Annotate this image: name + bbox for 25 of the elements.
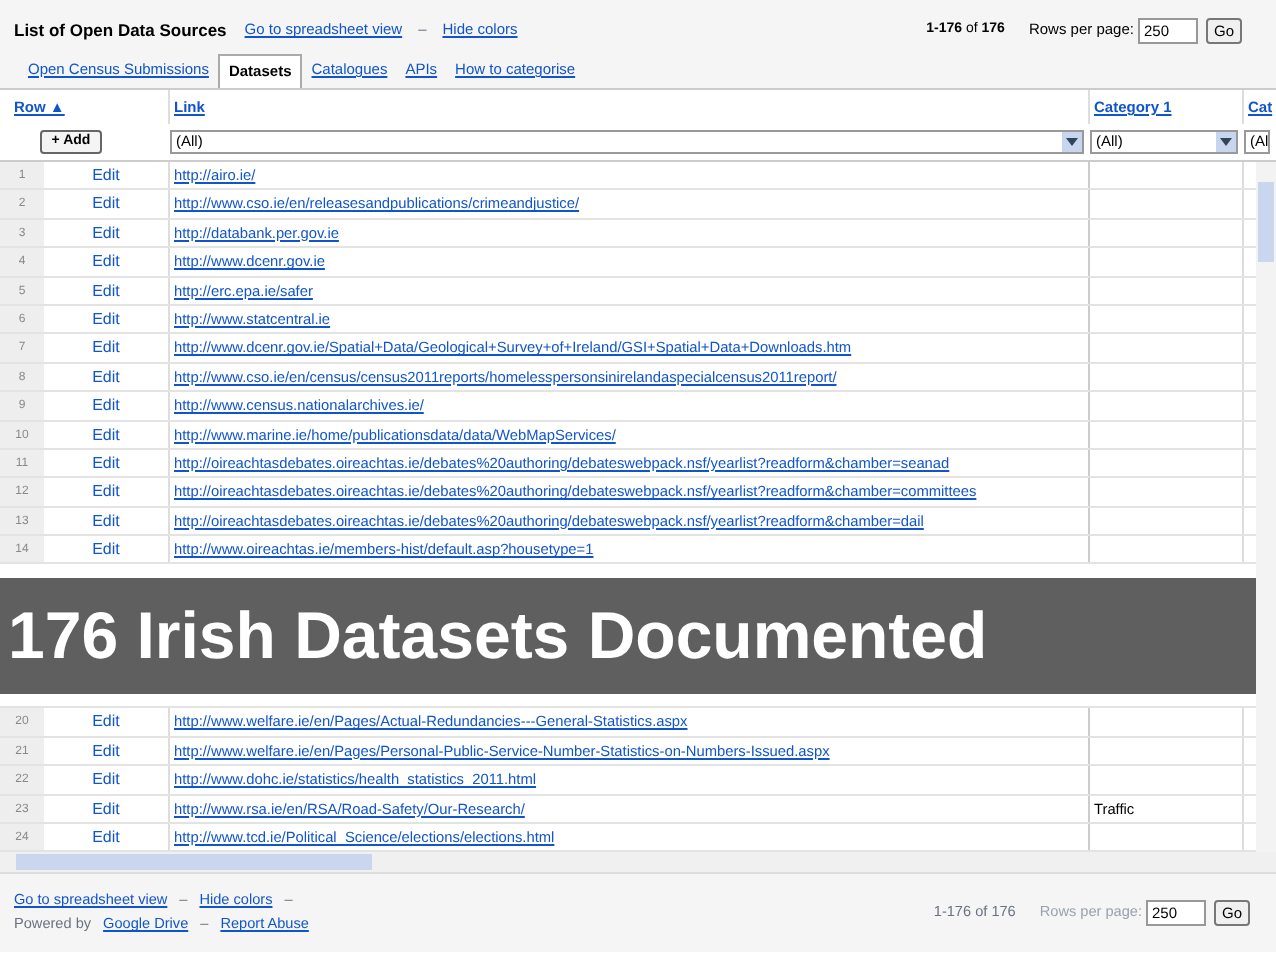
edit-link[interactable]: Edit: [44, 708, 170, 736]
edit-link[interactable]: Edit: [44, 277, 170, 304]
horizontal-scrollbar[interactable]: [0, 852, 1276, 873]
edit-link[interactable]: Edit: [44, 737, 170, 765]
edit-link[interactable]: Edit: [44, 334, 170, 362]
dropdown-caret-icon: [1062, 132, 1082, 152]
page-title: List of Open Data Sources: [14, 17, 227, 43]
dropdown-caret-icon: [1216, 132, 1236, 152]
title-banner: 176 Irish Datasets Documented: [0, 577, 1256, 694]
edit-link[interactable]: Edit: [44, 392, 170, 420]
edit-link[interactable]: Edit: [44, 219, 170, 247]
vertical-scrollbar[interactable]: [1256, 162, 1276, 853]
edit-link[interactable]: Edit: [44, 190, 170, 218]
edit-link[interactable]: Edit: [44, 162, 170, 189]
edit-link[interactable]: Edit: [44, 478, 170, 506]
edit-link[interactable]: Edit: [44, 363, 170, 391]
edit-link[interactable]: Edit: [44, 449, 170, 477]
edit-link[interactable]: Edit: [44, 795, 170, 823]
edit-link[interactable]: Edit: [44, 305, 170, 333]
edit-link[interactable]: Edit: [44, 766, 170, 794]
edit-link[interactable]: Edit: [44, 421, 170, 448]
edit-link[interactable]: Edit: [44, 824, 170, 851]
edit-link[interactable]: Edit: [44, 536, 170, 563]
edit-link[interactable]: Edit: [44, 507, 170, 535]
edit-link[interactable]: Edit: [44, 248, 170, 276]
